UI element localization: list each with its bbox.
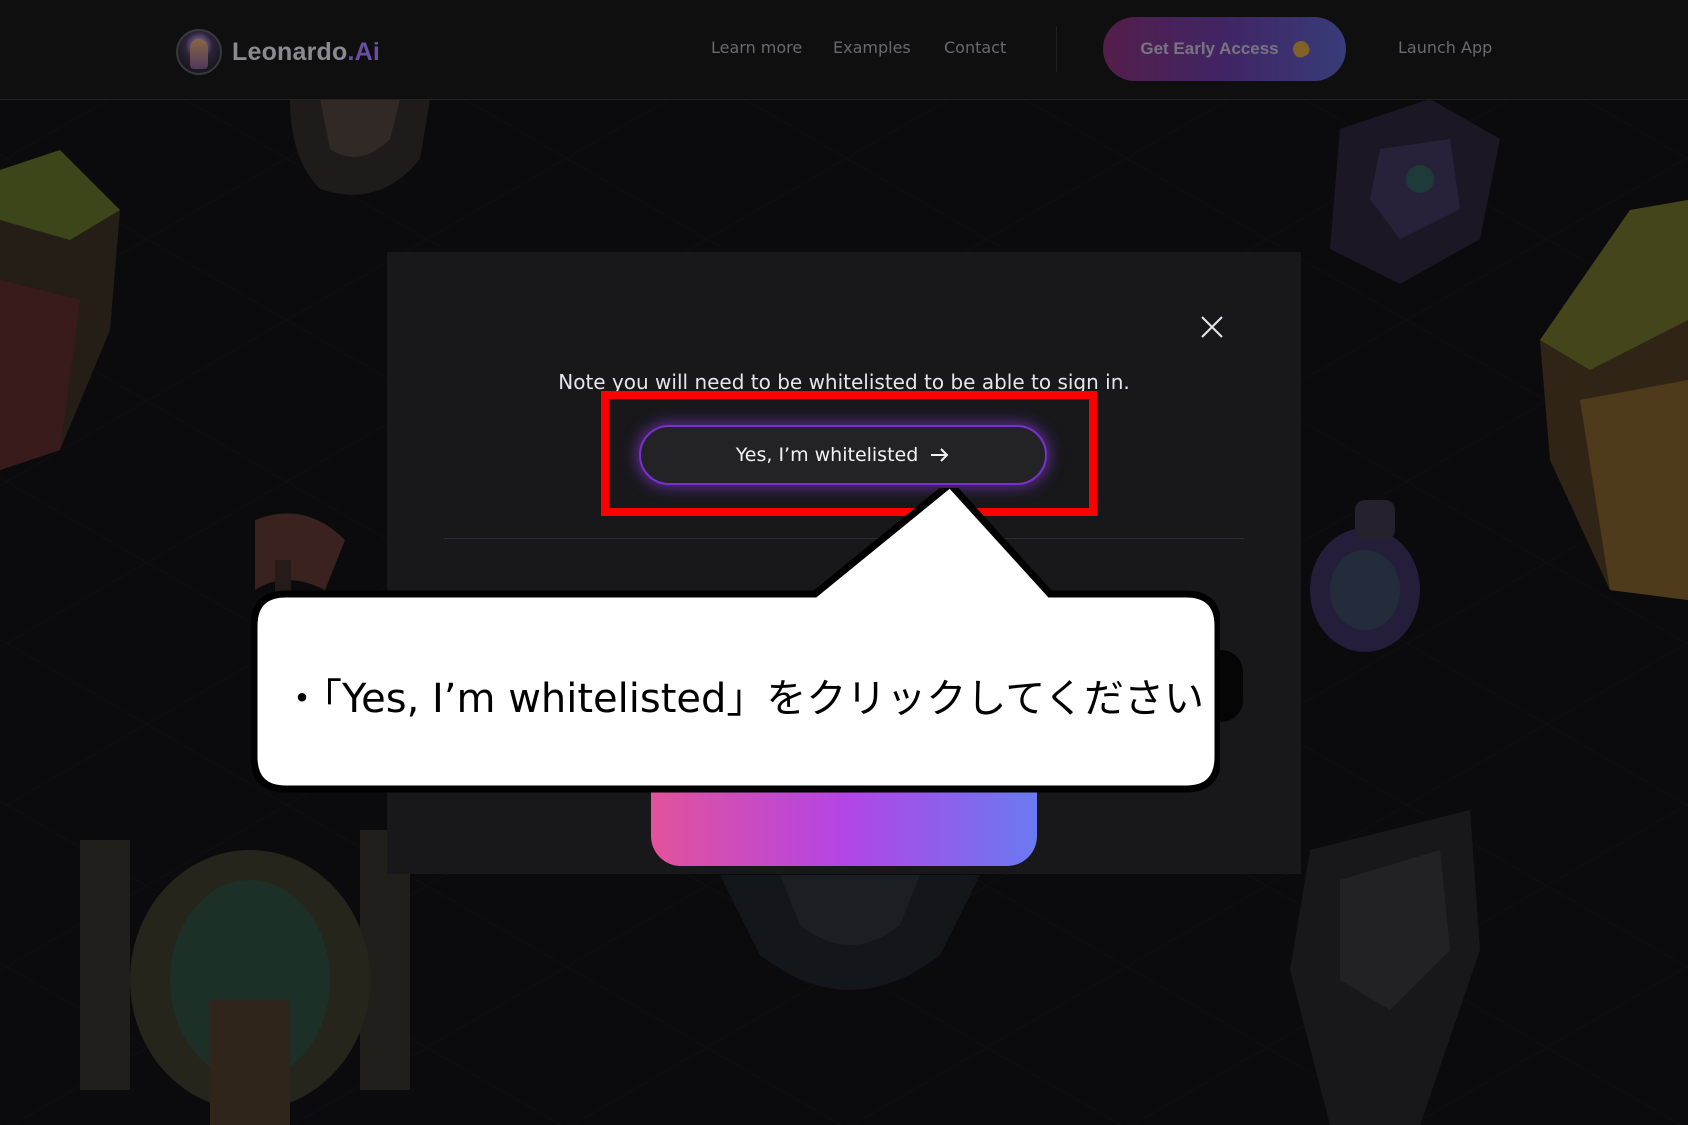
nav-link-contact[interactable]: Contact [944,38,1006,57]
get-early-access-label: Get Early Access [1140,39,1279,58]
hand-wave-icon [1290,38,1312,60]
nav-link-learn-more[interactable]: Learn more [711,38,802,57]
partially-hidden-gradient-button[interactable] [651,792,1037,866]
get-early-access-button[interactable]: Get Early Access [1103,17,1346,81]
nav-link-examples[interactable]: Examples [833,38,911,57]
logo[interactable]: Leonardo.Ai [176,29,380,75]
logo-name: Leonardo [232,37,348,66]
logo-suffix: .Ai [347,37,381,66]
nav-divider [1056,26,1057,72]
top-nav: Leonardo.Ai Learn more Examples Contact … [0,0,1688,100]
logo-text: Leonardo.Ai [232,38,380,67]
callout-instruction: ・「Yes, I’m whitelisted」をクリックしてください [282,676,1205,722]
callout-bubble [250,488,1220,793]
leonardo-logo-icon [176,29,222,75]
launch-app-link[interactable]: Launch App [1398,38,1492,57]
close-icon[interactable] [1199,314,1225,340]
